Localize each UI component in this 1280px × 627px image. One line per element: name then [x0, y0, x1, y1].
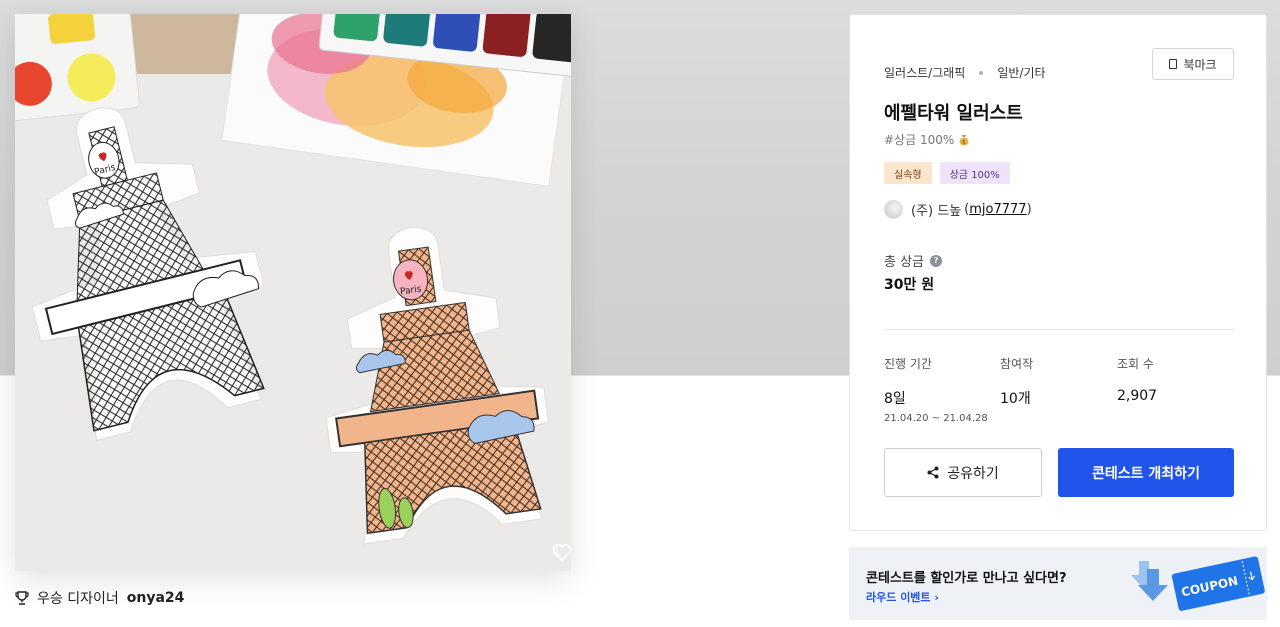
contest-info-panel: 일러스트/그래픽 일반/기타 북마크 에펠타워 일러스트 #상금 100% $ …	[849, 14, 1267, 531]
heart-icon	[552, 543, 571, 561]
stat-period: 진행 기간 8일 21.04.20 ~ 21.04.28	[884, 355, 988, 424]
period-dates: 21.04.20 ~ 21.04.28	[884, 413, 988, 424]
views-value: 2,907	[1117, 388, 1158, 404]
artwork-illustration: Paris Paris	[15, 14, 571, 571]
badge-value-type: 실속형	[884, 162, 932, 184]
total-prize-value: 30만 원	[884, 277, 935, 293]
breadcrumb: 일러스트/그래픽 일반/기타	[884, 64, 1046, 81]
hashtag[interactable]: #상금 100%	[884, 131, 954, 148]
breadcrumb-subcategory[interactable]: 일반/기타	[997, 64, 1045, 81]
contest-title: 에펠타워 일러스트	[884, 103, 1023, 124]
avatar	[884, 200, 903, 219]
banner-headline: 콘테스트를 할인가로 만나고 싶다면?	[866, 571, 1067, 586]
breadcrumb-separator	[979, 70, 984, 75]
coupon-illustration: COUPON	[1131, 556, 1265, 611]
contest-artwork[interactable]: Paris Paris 1	[15, 14, 571, 571]
total-prize-label: 총 상금 ?	[884, 251, 943, 270]
contest-hashtags: #상금 100% $	[884, 131, 970, 148]
designer-prefix: 우승 디자이너	[37, 591, 119, 607]
contest-host: (주) 드높 (mjo7777)	[884, 200, 1032, 219]
bookmark-button[interactable]: 북마크	[1152, 48, 1234, 80]
host-name: (주) 드높	[911, 204, 962, 219]
divider	[884, 329, 1234, 330]
breadcrumb-category[interactable]: 일러스트/그래픽	[884, 64, 965, 81]
share-icon	[927, 466, 939, 479]
share-button[interactable]: 공유하기	[884, 448, 1042, 497]
chevron-right-icon: ›	[934, 591, 939, 604]
money-bag-icon: $	[959, 134, 969, 146]
host-contest-button[interactable]: 콘테스트 개최하기	[1058, 448, 1234, 497]
trophy-icon	[15, 591, 29, 605]
winning-designer: 우승 디자이너 onya24	[15, 588, 184, 608]
badge-prize: 상금 100%	[939, 162, 1010, 184]
coupon-banner[interactable]: 콘테스트를 할인가로 만나고 싶다면? 라우드 이벤트 › COUPON	[849, 547, 1267, 620]
entries-label: 참여작	[1000, 357, 1034, 371]
host-id-link[interactable]: mjo7777	[969, 202, 1026, 217]
stat-entries: 참여작 10개	[1000, 355, 1033, 408]
stat-views: 조회 수 2,907	[1117, 355, 1157, 404]
svg-text:$: $	[962, 139, 966, 146]
period-label: 진행 기간	[884, 357, 932, 371]
views-label: 조회 수	[1117, 357, 1154, 371]
bookmark-label: 북마크	[1183, 57, 1217, 72]
contest-badges: 실속형 상금 100%	[884, 162, 1010, 184]
period-value: 8일	[884, 391, 906, 407]
help-icon[interactable]: ?	[930, 254, 943, 267]
designer-name[interactable]: onya24	[127, 590, 185, 606]
banner-link-label: 라우드 이벤트	[866, 591, 931, 604]
bookmark-icon	[1169, 59, 1178, 69]
share-label: 공유하기	[947, 465, 999, 482]
like-button[interactable]: 1	[552, 543, 571, 561]
banner-event-link[interactable]: 라우드 이벤트 ›	[866, 589, 939, 605]
entries-value: 10개	[1000, 391, 1031, 407]
total-prize-text: 총 상금	[884, 255, 925, 270]
